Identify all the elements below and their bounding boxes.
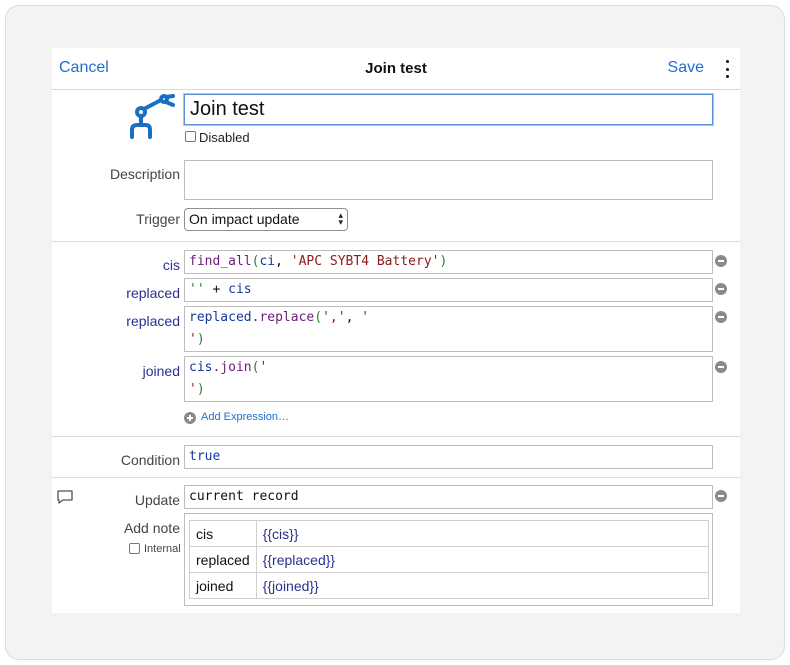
remove-expression-icon[interactable] [715,311,727,323]
note-field-key: cis [189,520,257,547]
expression-code-input[interactable]: cis.join(' ') [184,356,713,402]
expression-code-input[interactable]: '' + cis [184,278,713,302]
save-button[interactable]: Save [668,59,704,77]
note-fields-table: cis {{cis}} replaced {{replaced}} joined… [189,520,710,599]
select-arrows-icon: ▴ ▾ [338,210,343,227]
remove-expression-icon[interactable] [715,361,727,373]
table-row: cis {{cis}} [189,520,710,547]
expression-name: replaced [126,313,180,329]
remove-expression-icon[interactable] [715,255,727,267]
more-menu-icon[interactable] [722,60,732,78]
remove-expression-icon[interactable] [715,283,727,295]
rule-name-input[interactable]: Join test [184,94,713,125]
header-bar: Cancel Join test Save [52,48,740,90]
section-divider [52,241,740,242]
internal-label: Internal [144,543,181,555]
robot-arm-icon [130,94,175,139]
note-field-value[interactable]: {{replaced}} [255,546,710,573]
disabled-checkbox[interactable] [185,131,196,142]
add-expression-icon[interactable] [184,412,196,424]
trigger-selected-value: On impact update [189,211,300,227]
note-field-key: joined [189,572,257,599]
note-field-key: replaced [189,546,257,573]
add-expression-link[interactable]: Add Expression… [201,411,289,423]
rule-editor-sheet: Cancel Join test Save Join test Disabled… [52,48,740,613]
expression-code-input[interactable]: replaced.replace(',', ' ') [184,306,713,352]
remove-action-icon[interactable] [715,490,727,502]
note-field-value[interactable]: {{joined}} [255,572,710,599]
internal-checkbox[interactable] [129,543,140,554]
trigger-select[interactable]: On impact update ▴ ▾ [184,208,348,231]
section-divider [52,436,740,437]
expression-code-input[interactable]: find_all(ci, 'APC SYBT4 Battery') [184,250,713,274]
update-input[interactable]: current record [184,485,713,509]
disabled-label: Disabled [199,130,250,145]
page-title: Join test [365,60,427,77]
expression-name: replaced [126,285,180,301]
table-row: joined {{joined}} [189,572,710,599]
rule-name-value: Join test [190,98,265,120]
condition-input[interactable]: true [184,445,713,469]
description-textarea[interactable] [184,160,713,200]
note-field-value[interactable]: {{cis}} [255,520,710,547]
update-label: Update [134,492,180,508]
expression-name: joined [142,363,180,379]
trigger-label: Trigger [136,211,180,227]
expression-name: cis [162,257,180,273]
add-note-label: Add note [123,520,180,536]
comment-icon[interactable] [56,489,74,505]
note-fields-box: cis {{cis}} replaced {{replaced}} joined… [184,513,713,606]
section-divider [52,477,740,478]
description-label: Description [109,166,180,182]
condition-label: Condition [120,452,180,468]
table-row: replaced {{replaced}} [189,546,710,573]
